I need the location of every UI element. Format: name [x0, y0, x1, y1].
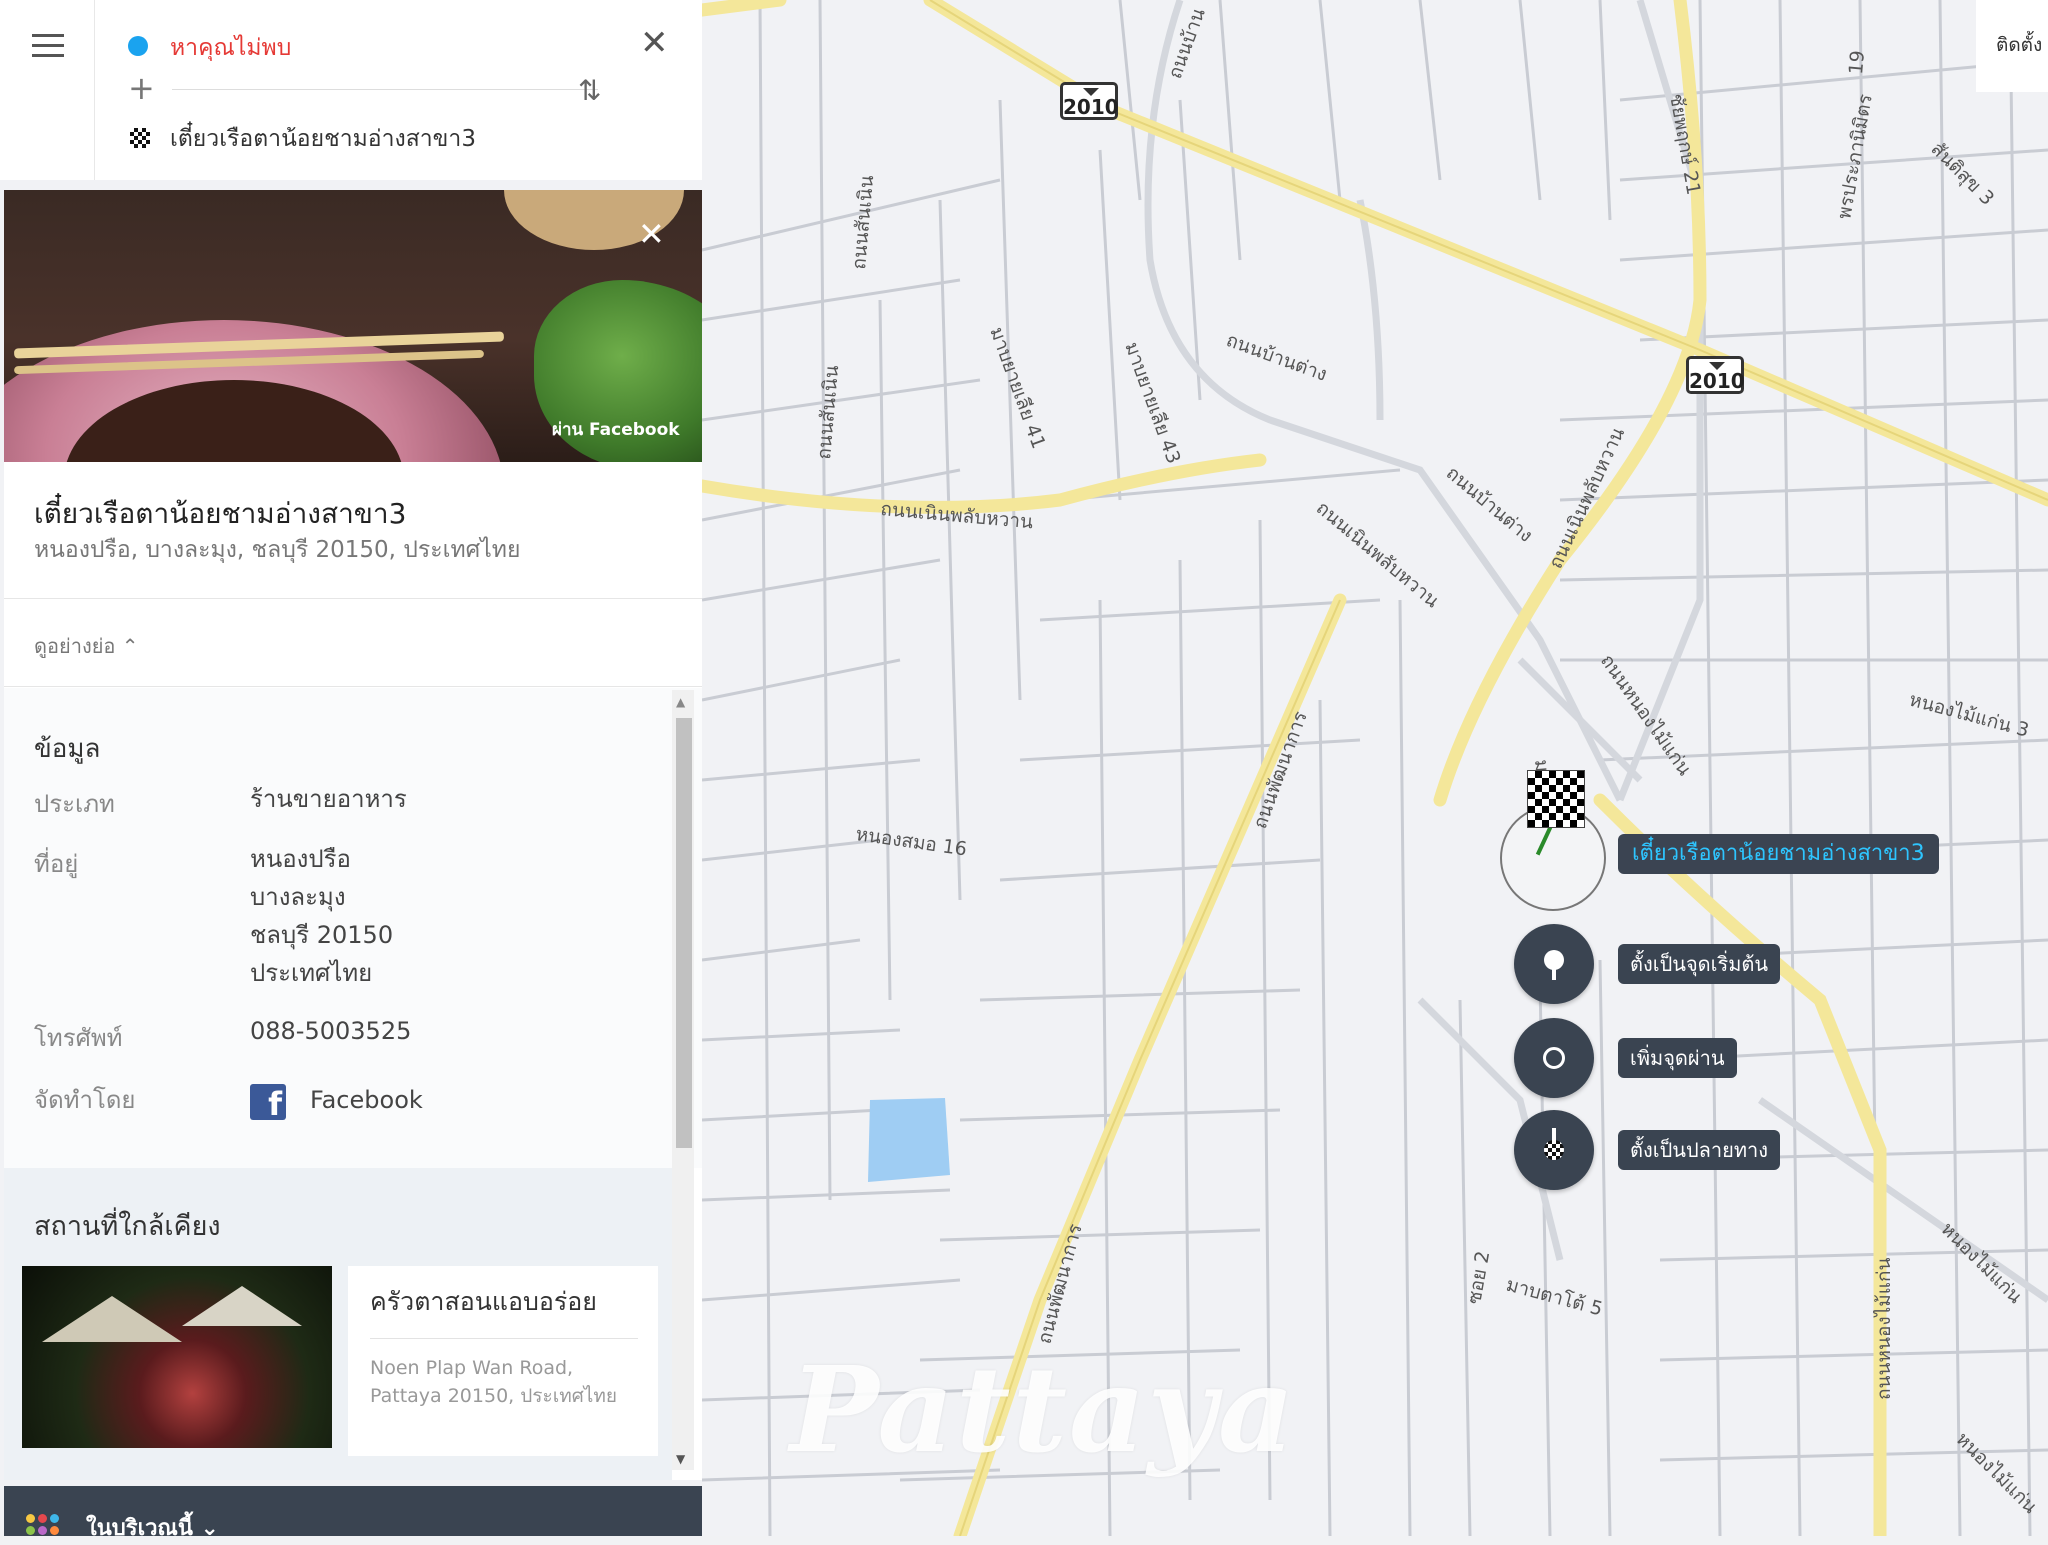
road-label: มาบยายเลีย 41	[985, 324, 1049, 452]
road-label: พรประภานิมิตร	[1833, 93, 1877, 221]
info-label: ที่อยู่	[34, 850, 79, 878]
nearby-bar[interactable]: ในบริเวณนี้ ⌄	[4, 1486, 702, 1541]
route-planner: หาคุณไม่พบ ✕ + ⇅ เตี๋ยวเรือตาน้อยชามอ่าง…	[0, 0, 702, 180]
road-label: หนองไม้แก่น 3	[1907, 689, 2032, 742]
road-label: ถนนหนองไม้แก่น	[1873, 1257, 1895, 1400]
scrollbar-thumb[interactable]	[676, 718, 692, 1148]
set-destination-label[interactable]: ตั้งเป็นปลายทาง	[1618, 1130, 1781, 1170]
destination-input[interactable]: เตี๋ยวเรือตาน้อยชามอ่างสาขา3	[170, 121, 476, 157]
set-destination-button[interactable]	[1514, 1110, 1594, 1190]
menu-icon[interactable]	[32, 34, 64, 57]
place-panel: ✕ ผ่าน Facebook เตี๋ยวเรือตาน้อยชามอ่างส…	[4, 190, 702, 1480]
set-start-button[interactable]	[1514, 924, 1594, 1004]
road-label: มาบตาโต้ 5	[1504, 1273, 1606, 1321]
swap-route-icon[interactable]: ⇅	[578, 74, 601, 107]
nearby-toggle[interactable]: ในบริเวณนี้ ⌄	[86, 1510, 219, 1545]
info-label: ประเภท	[34, 790, 115, 818]
close-route-icon[interactable]: ✕	[640, 26, 669, 60]
road-label: ซอย 2	[1463, 1249, 1494, 1306]
route-shield: 2010	[1060, 82, 1119, 120]
source-link[interactable]: Facebook	[310, 1086, 423, 1114]
waypoint-circle-icon	[1543, 1047, 1565, 1069]
destination-flag-icon	[130, 128, 150, 148]
info-label: จัดทำโดย	[34, 1086, 136, 1114]
categories-icon	[26, 1514, 66, 1544]
place-photo[interactable]: ✕ ผ่าน Facebook	[4, 190, 702, 462]
destination-flag-icon[interactable]	[1527, 770, 1585, 828]
city-label: Pattaya	[790, 1340, 1297, 1479]
scroll-down-icon[interactable]: ▼	[676, 1452, 685, 1466]
info-value-type: ร้านขายอาหาร	[250, 785, 407, 813]
nearby-name[interactable]: ครัวตาสอนแอบอร่อย	[370, 1282, 597, 1322]
facebook-icon: f	[250, 1084, 286, 1120]
nearby-section: สถานที่ใกล้เคียง ครัวตาสอนแอบอร่อย Noen …	[4, 1168, 672, 1480]
divider	[4, 598, 702, 599]
scroll-up-icon[interactable]: ▲	[676, 695, 685, 709]
divider	[94, 0, 95, 180]
collapse-toggle[interactable]: ดูอย่างย่อ ⌃	[34, 630, 139, 662]
marker-label[interactable]: เตี๋ยวเรือตาน้อยชามอ่างสาขา3	[1618, 834, 1939, 874]
add-waypoint-label[interactable]: เพิ่มจุดผ่าน	[1618, 1038, 1737, 1078]
add-waypoint-button[interactable]	[1514, 1018, 1594, 1098]
start-input[interactable]: หาคุณไม่พบ	[170, 30, 291, 66]
place-address: หนองปรือ, บางละมุง, ชลบุรี 20150, ประเทศ…	[34, 537, 521, 563]
install-button[interactable]: ติดตั้ง	[1976, 0, 2048, 92]
road-label: หนองไม้แก่น	[1936, 1218, 2026, 1308]
nearby-card[interactable]: ครัวตาสอนแอบอร่อย Noen Plap Wan Road, Pa…	[22, 1266, 658, 1456]
divider	[4, 686, 702, 687]
nearby-address: Noen Plap Wan Road, Pattaya 20150, ประเท…	[370, 1357, 617, 1407]
road-label: ถนนบ้านต่าง	[1223, 329, 1330, 386]
phone-link[interactable]: 088-5003525	[250, 1012, 411, 1050]
divider	[172, 89, 598, 90]
close-icon[interactable]: ✕	[638, 218, 665, 250]
section-title: ข้อมูล	[34, 734, 101, 764]
divider	[370, 1338, 638, 1339]
destination-pin-stem	[1552, 1128, 1556, 1142]
destination-flag-icon	[1544, 1140, 1564, 1160]
nearby-photo[interactable]	[22, 1266, 332, 1448]
route-shield: 2010	[1686, 356, 1745, 394]
road-label: ถนนสันเนิน	[813, 364, 843, 460]
road-label: 19	[1845, 49, 1869, 75]
road-label: ถนนสันเนิน	[848, 174, 878, 270]
add-stop-icon[interactable]: +	[128, 72, 155, 104]
info-label: โทรศัพท์	[34, 1024, 123, 1052]
road-label: ถนนเนินพลับหวาน	[1312, 497, 1443, 612]
road-label: ถนนบ้านต่าง	[1442, 462, 1537, 547]
start-location-icon	[128, 36, 148, 56]
road-label: หนองสมอ 16	[854, 823, 968, 860]
set-start-label[interactable]: ตั้งเป็นจุดเริ่มต้น	[1618, 944, 1781, 984]
place-title: เตี๋ยวเรือตาน้อยชามอ่างสาขา3	[34, 497, 407, 530]
info-value-address: หนองปรือ บางละมุง ชลบุรี 20150 ประเทศไทย	[250, 845, 394, 987]
photo-credit[interactable]: ผ่าน Facebook	[552, 416, 680, 443]
start-pin-stem	[1552, 968, 1556, 980]
road-label: มาบยายเลีย 43	[1120, 339, 1184, 467]
section-title: สถานที่ใกล้เคียง	[34, 1211, 221, 1242]
start-pin-icon	[1544, 950, 1564, 970]
road-label: สันติสุข 3	[1926, 138, 1999, 211]
